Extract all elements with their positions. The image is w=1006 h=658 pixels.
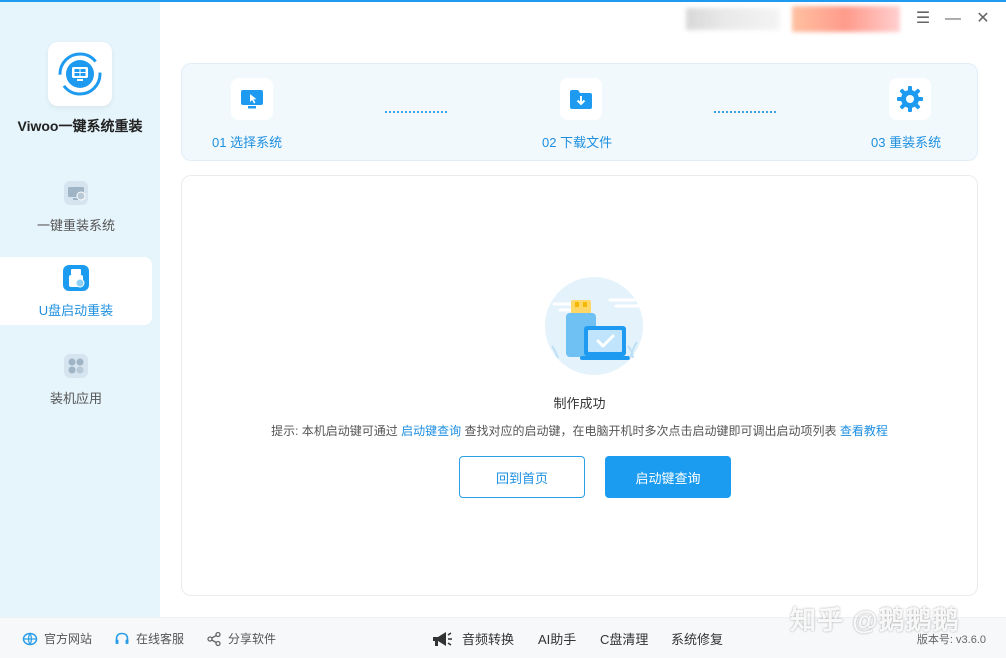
sidebar-item-apps[interactable]: 装机应用 (0, 345, 152, 413)
sidebar: Viwoo一键系统重装 一键重装系统 U盘启动重装 装机应用 (0, 2, 160, 617)
boot-key-query-link[interactable]: 启动键查询 (401, 424, 461, 438)
close-button[interactable]: ✕ (972, 8, 994, 30)
success-message: 制作成功 (553, 396, 606, 411)
monitor-cursor-icon (231, 78, 273, 120)
app-name: Viwoo一键系统重装 (17, 118, 143, 134)
footer-link-label: 在线客服 (136, 632, 185, 646)
share-icon (207, 631, 221, 646)
footer-tool-system-repair[interactable]: 系统修复 (671, 618, 723, 658)
step-reinstall-system: 03 重装系统 (871, 64, 961, 162)
megaphone-icon (433, 631, 452, 646)
footer-link-label: 分享软件 (228, 632, 277, 646)
step-connector (385, 111, 447, 113)
hint-middle: 查找对应的启动键，在电脑开机时多次点击启动键即可调出启动项列表 (461, 424, 840, 438)
step-label: 01 选择系统 (212, 135, 283, 150)
folder-download-icon (560, 78, 602, 120)
back-to-home-button[interactable]: 回到首页 (459, 456, 585, 498)
result-card: 制作成功 提示: 本机启动键可通过 启动键查询 查找对应的启动键，在电脑开机时多… (181, 175, 978, 596)
footer-link-official-site[interactable]: 官方网站 (22, 618, 92, 658)
app-logo (48, 42, 112, 106)
footer-tool-audio-convert[interactable]: 音频转换 (430, 618, 514, 658)
step-download-files: 02 下载文件 (542, 64, 632, 162)
step-connector (714, 111, 776, 113)
footer-tool-c-drive-cleanup[interactable]: C盘清理 (600, 618, 648, 658)
footer-link-label: 官方网站 (44, 632, 93, 646)
gear-icon (889, 78, 931, 120)
sidebar-item-label: 一键重装系统 (36, 217, 115, 233)
step-select-system: 01 选择系统 (212, 64, 302, 162)
step-label: 03 重装系统 (871, 135, 942, 150)
globe-icon (22, 632, 38, 645)
steps-progress: 01 选择系统 02 下载文件 03 重装系统 (181, 63, 978, 161)
view-tutorial-link[interactable]: 查看教程 (840, 424, 888, 438)
headset-icon (115, 632, 129, 644)
usb-success-illustration (545, 277, 643, 375)
apps-grid-icon (62, 352, 90, 380)
sidebar-item-label: 装机应用 (49, 390, 102, 406)
sidebar-item-label: U盘启动重装 (38, 302, 114, 318)
blurred-user-info (686, 8, 780, 30)
footer-link-online-support[interactable]: 在线客服 (114, 618, 184, 658)
sidebar-item-one-click-reinstall[interactable]: 一键重装系统 (0, 172, 152, 240)
footer-tool-label: 音频转换 (462, 632, 515, 647)
footer-tool-ai-assistant[interactable]: AI助手 (538, 618, 576, 658)
minimize-button[interactable]: — (942, 8, 964, 30)
monitor-reinstall-icon (62, 179, 90, 207)
boot-key-query-button[interactable]: 启动键查询 (605, 456, 731, 498)
hint-prefix: 提示: 本机启动键可通过 (271, 424, 402, 438)
app-logo-icon (58, 52, 102, 96)
boot-key-hint: 提示: 本机启动键可通过 启动键查询 查找对应的启动键，在电脑开机时多次点击启动… (182, 422, 977, 439)
footer-link-share-software[interactable]: 分享软件 (206, 618, 276, 658)
sidebar-item-usb-reinstall[interactable]: U盘启动重装 (0, 257, 152, 325)
blurred-account-badge (792, 6, 900, 32)
watermark: 知乎 @鹅鹅鹅 (790, 605, 960, 635)
usb-drive-icon (62, 264, 90, 292)
menu-button[interactable]: ☰ (912, 8, 934, 30)
step-label: 02 下载文件 (542, 135, 613, 150)
